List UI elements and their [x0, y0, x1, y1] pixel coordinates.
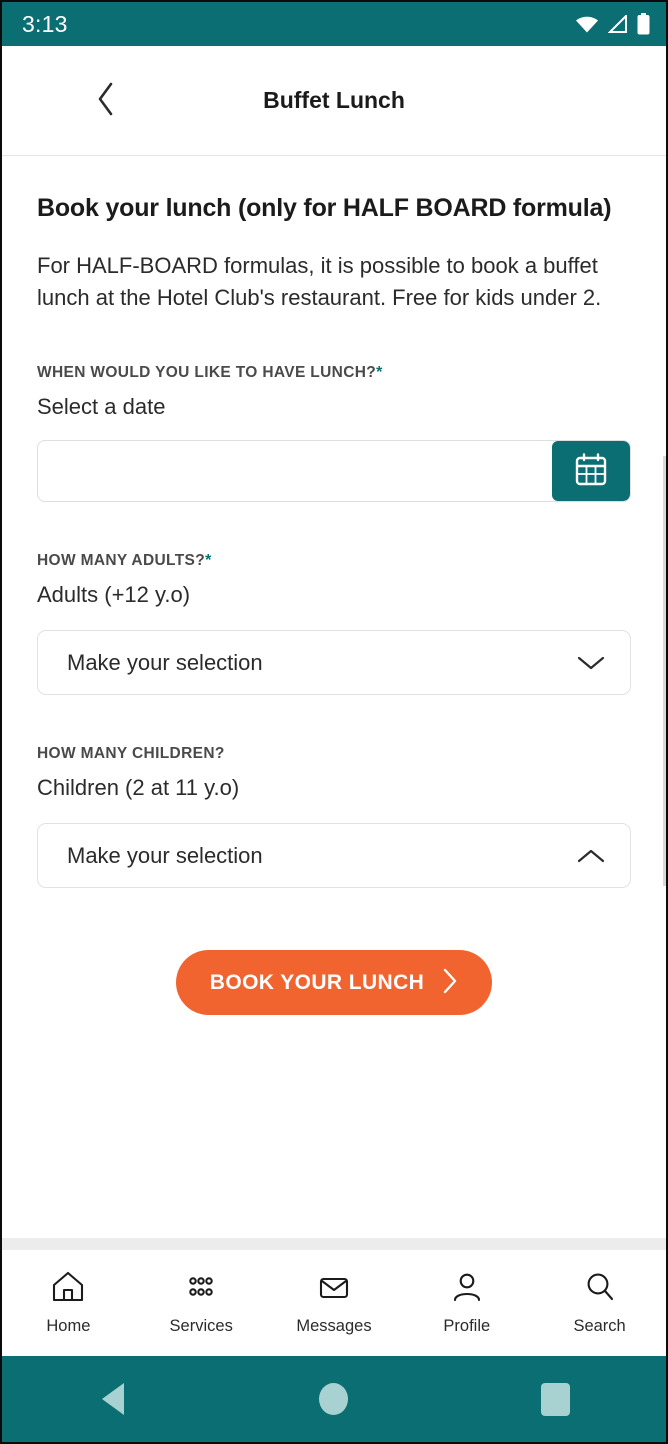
nav-label-services: Services [169, 1316, 233, 1335]
nav-separator [2, 1238, 666, 1250]
status-bar: 3:13 [2, 2, 666, 46]
children-field-sublabel: Children (2 at 11 y.o) [37, 775, 240, 801]
phone-screen: 3:13 Buffet Lunch Book your lunch (only … [0, 0, 668, 1444]
chevron-right-icon [442, 968, 458, 997]
children-field-label: HOW MANY CHILDREN? [37, 745, 631, 763]
nav-item-messages[interactable]: Messages [268, 1271, 401, 1336]
search-icon [583, 1271, 617, 1308]
chevron-up-icon [576, 847, 606, 865]
nav-item-search[interactable]: Search [533, 1271, 666, 1336]
wifi-icon [575, 15, 599, 33]
nav-label-search: Search [573, 1316, 626, 1335]
date-field-label: WHEN WOULD YOU LIKE TO HAVE LUNCH?* [37, 364, 631, 382]
triangle-back-icon [101, 1383, 124, 1415]
android-recents-button[interactable] [445, 1382, 666, 1416]
cta-label: BOOK YOUR LUNCH [209, 970, 425, 994]
adults-field-sublabel: Adults (+12 y.o) [37, 582, 191, 608]
home-icon [51, 1271, 85, 1308]
battery-icon [637, 13, 650, 35]
required-asterisk: * [376, 364, 383, 382]
main-content: Book your lunch (only for HALF BOARD for… [2, 156, 666, 1238]
calendar-icon [573, 452, 609, 491]
chevron-down-icon [576, 654, 606, 672]
adults-field-label: HOW MANY ADULTS?* [37, 552, 631, 570]
date-field-sublabel: Select a date [37, 394, 166, 420]
square-recents-icon [540, 1382, 570, 1416]
section-description: For HALF-BOARD formulas, it is possible … [37, 253, 602, 311]
section-heading: Book your lunch (only for HALF BOARD for… [37, 194, 612, 222]
adults-field-group: HOW MANY ADULTS?* Adults (+12 y.o) Make … [37, 552, 631, 696]
children-select[interactable]: Make your selection [37, 823, 631, 889]
back-button[interactable] [74, 69, 138, 133]
nav-item-home[interactable]: Home [2, 1271, 135, 1336]
person-icon [450, 1271, 484, 1308]
chevron-left-icon [96, 82, 116, 119]
nav-label-messages: Messages [296, 1316, 372, 1335]
calendar-picker-button[interactable] [552, 441, 630, 502]
nav-item-services[interactable]: Services [135, 1271, 268, 1336]
envelope-icon [317, 1271, 351, 1308]
children-select-value: Make your selection [67, 842, 263, 868]
nav-label-profile: Profile [443, 1316, 491, 1335]
adults-select-value: Make your selection [67, 649, 263, 675]
android-system-nav [2, 1356, 666, 1442]
bottom-navigation: Home Services Messages Profile Search [2, 1250, 666, 1356]
grid-dots-icon [184, 1271, 218, 1308]
cell-signal-icon [608, 15, 628, 33]
adults-select[interactable]: Make your selection [37, 630, 631, 696]
circle-home-icon [319, 1383, 349, 1415]
date-label-text: WHEN WOULD YOU LIKE TO HAVE LUNCH? [37, 364, 377, 382]
children-label-text: HOW MANY CHILDREN? [37, 745, 225, 763]
date-input-row [37, 440, 631, 503]
date-field-group: WHEN WOULD YOU LIKE TO HAVE LUNCH?* Sele… [37, 364, 631, 503]
android-back-button[interactable] [2, 1383, 223, 1415]
status-icon-group [575, 13, 650, 35]
cta-container: BOOK YOUR LUNCH [37, 950, 631, 1016]
children-field-group: HOW MANY CHILDREN? Children (2 at 11 y.o… [37, 745, 631, 889]
scrollbar[interactable] [663, 456, 666, 886]
date-input[interactable] [38, 441, 552, 502]
adults-label-text: HOW MANY ADULTS? [37, 552, 206, 570]
app-bar: Buffet Lunch [2, 46, 666, 156]
book-your-lunch-button[interactable]: BOOK YOUR LUNCH [175, 950, 493, 1016]
required-asterisk: * [205, 552, 212, 570]
nav-label-home: Home [46, 1316, 91, 1335]
status-time: 3:13 [22, 10, 68, 37]
android-home-button[interactable] [223, 1383, 444, 1415]
nav-item-profile[interactable]: Profile [400, 1271, 533, 1336]
